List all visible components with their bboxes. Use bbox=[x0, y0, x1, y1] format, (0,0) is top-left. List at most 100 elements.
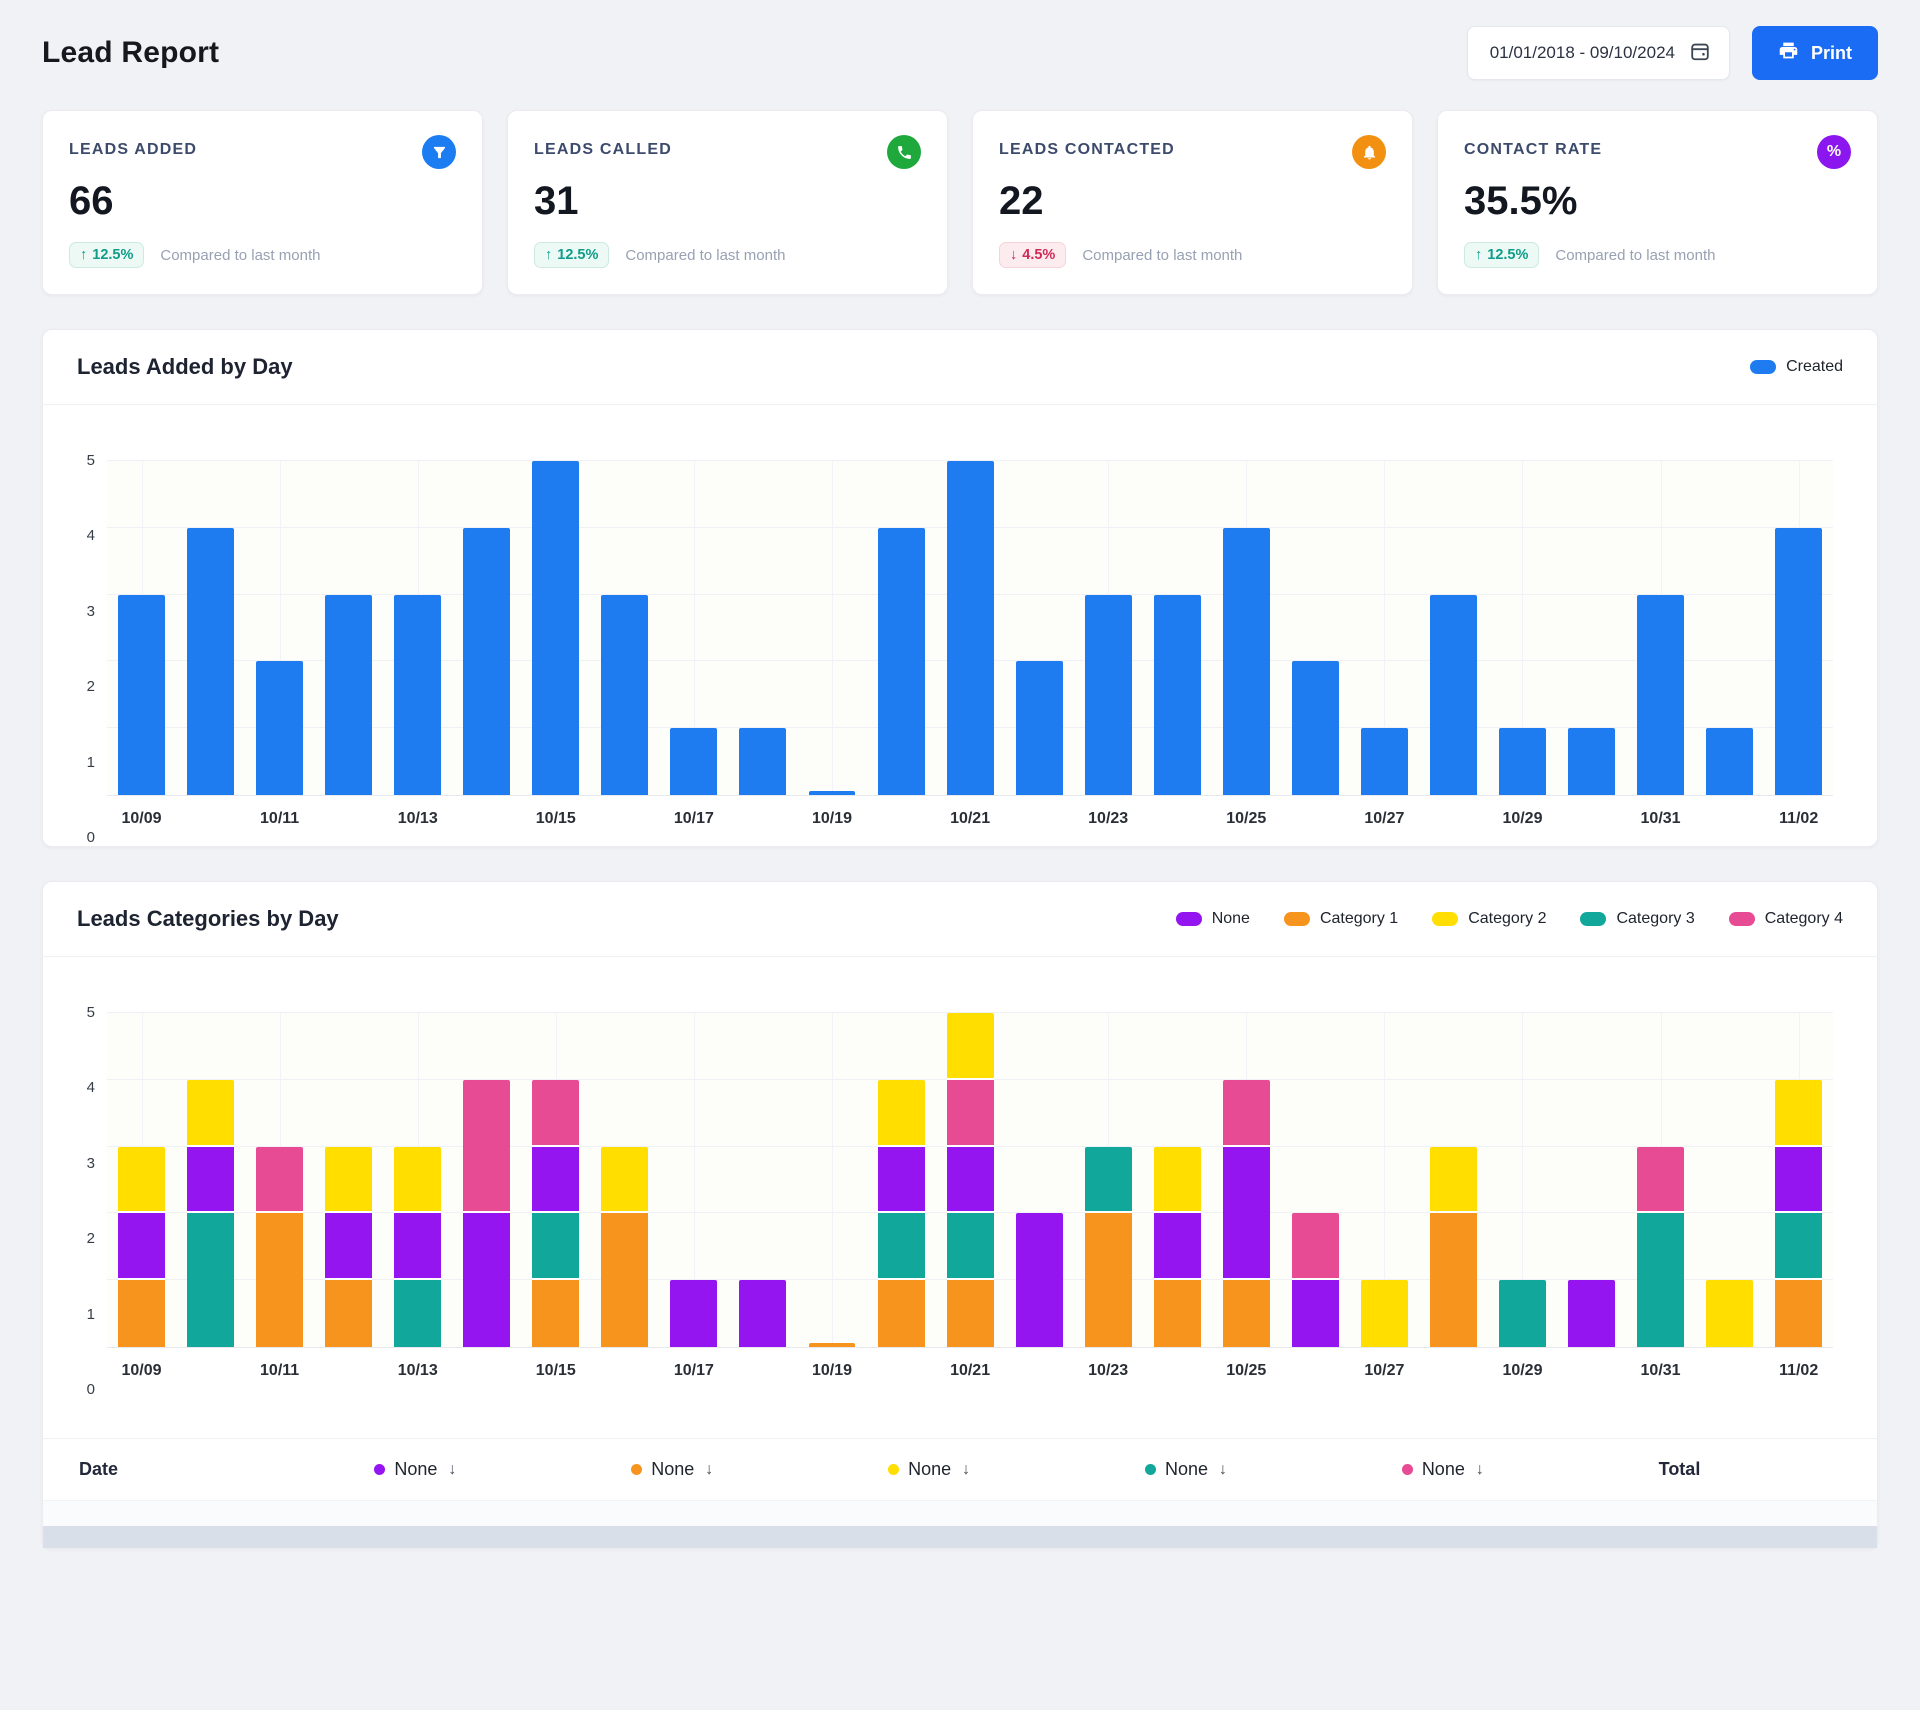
bar-segment bbox=[1637, 1147, 1684, 1214]
kpi-card-leads-contacted: LEADS CONTACTED 22 ↓ 4.5% Compared to la… bbox=[972, 110, 1413, 295]
plot-area bbox=[107, 1013, 1833, 1348]
kpi-delta-badge: ↑ 12.5% bbox=[534, 242, 609, 268]
bar-segment bbox=[532, 1213, 579, 1280]
bar bbox=[118, 595, 165, 795]
leads-categories-by-day-card: Leads Categories by Day None Category 1 … bbox=[42, 881, 1878, 1549]
bar-segment bbox=[1775, 1080, 1822, 1147]
y-tick-label: 2 bbox=[87, 1230, 95, 1247]
bar-segment bbox=[878, 1280, 925, 1347]
stacked-bar bbox=[1637, 1013, 1684, 1347]
kpi-delta-badge: ↑ 12.5% bbox=[69, 242, 144, 268]
bar-segment bbox=[1154, 1147, 1201, 1214]
legend-item-category-3[interactable]: Category 3 bbox=[1580, 910, 1694, 928]
kpi-value: 35.5% bbox=[1464, 179, 1851, 224]
column-header-none-1[interactable]: None ↓ bbox=[374, 1459, 631, 1480]
bar-segment bbox=[463, 1213, 510, 1347]
bar-segment bbox=[947, 1280, 994, 1347]
kpi-label: CONTACT RATE bbox=[1464, 135, 1602, 159]
bar-slot bbox=[1695, 461, 1764, 795]
bar-segment bbox=[256, 1213, 303, 1347]
legend-item-created[interactable]: Created bbox=[1750, 358, 1843, 376]
bar-segment bbox=[1154, 1213, 1201, 1280]
bar-segment bbox=[532, 1280, 579, 1347]
calendar-icon bbox=[1689, 40, 1711, 67]
x-tick-label: 10/29 bbox=[1488, 810, 1557, 838]
bar-slot bbox=[1281, 1013, 1350, 1347]
bar-slot bbox=[452, 1013, 521, 1347]
bar-segment bbox=[1430, 1213, 1477, 1347]
x-tick-label: 11/02 bbox=[1764, 810, 1833, 838]
kpi-card-leads-added: LEADS ADDED 66 ↑ 12.5% Compared to last … bbox=[42, 110, 483, 295]
phone-icon bbox=[887, 135, 921, 169]
bar-slot bbox=[659, 461, 728, 795]
bar-slot bbox=[936, 461, 1005, 795]
column-header-none-4[interactable]: None ↓ bbox=[1145, 1459, 1402, 1480]
stacked-bar bbox=[601, 1013, 648, 1347]
x-tick-label bbox=[867, 1362, 936, 1390]
x-tick-label: 10/17 bbox=[659, 1362, 728, 1390]
stacked-bar bbox=[1706, 1013, 1753, 1347]
column-header-none-5[interactable]: None ↓ bbox=[1402, 1459, 1659, 1480]
x-tick-label bbox=[314, 810, 383, 838]
x-tick-label: 10/27 bbox=[1350, 1362, 1419, 1390]
legend-item-category-2[interactable]: Category 2 bbox=[1432, 910, 1546, 928]
date-range-picker[interactable]: 01/01/2018 - 09/10/2024 bbox=[1467, 26, 1730, 80]
bell-icon bbox=[1352, 135, 1386, 169]
bar-segment bbox=[394, 1213, 441, 1280]
kpi-delta-badge: ↓ 4.5% bbox=[999, 242, 1066, 268]
legend-item-category-4[interactable]: Category 4 bbox=[1729, 910, 1843, 928]
bar-segment bbox=[1016, 1213, 1063, 1347]
x-tick-label: 10/23 bbox=[1074, 810, 1143, 838]
bar-segment bbox=[1775, 1213, 1822, 1280]
percent-icon: % bbox=[1817, 135, 1851, 169]
x-axis-labels: 10/0910/1110/1310/1510/1710/1910/2110/23… bbox=[107, 810, 1833, 838]
y-tick-label: 1 bbox=[87, 1306, 95, 1323]
bar-slot bbox=[1143, 461, 1212, 795]
x-tick-label: 10/15 bbox=[521, 810, 590, 838]
bar bbox=[1223, 528, 1270, 795]
kpi-delta-value: 12.5% bbox=[557, 247, 598, 263]
bar-slot bbox=[728, 461, 797, 795]
category-dot bbox=[1145, 1464, 1156, 1475]
bar-slot bbox=[936, 1013, 1005, 1347]
bar bbox=[809, 791, 856, 795]
stacked-bar bbox=[947, 1013, 994, 1347]
x-tick-label bbox=[1005, 1362, 1074, 1390]
x-tick-label bbox=[728, 1362, 797, 1390]
column-header-none-2[interactable]: None ↓ bbox=[631, 1459, 888, 1480]
legend-item-none[interactable]: None bbox=[1176, 910, 1250, 928]
stacked-bar bbox=[256, 1013, 303, 1347]
bar bbox=[325, 595, 372, 795]
chart-legend: Created bbox=[1750, 358, 1843, 376]
kpi-note: Compared to last month bbox=[1555, 247, 1715, 264]
sort-down-icon: ↓ bbox=[448, 1461, 456, 1479]
kpi-value: 22 bbox=[999, 179, 1386, 224]
topbar-actions: 01/01/2018 - 09/10/2024 Print bbox=[1467, 26, 1878, 80]
legend-chip bbox=[1580, 912, 1606, 926]
stacked-bar bbox=[739, 1013, 786, 1347]
x-tick-label: 10/11 bbox=[245, 1362, 314, 1390]
print-button[interactable]: Print bbox=[1752, 26, 1878, 80]
bar-slot bbox=[1212, 1013, 1281, 1347]
bar-segment bbox=[1499, 1280, 1546, 1347]
kpi-label: LEADS CONTACTED bbox=[999, 135, 1175, 159]
y-tick-label: 3 bbox=[87, 1155, 95, 1172]
bar-slot bbox=[1488, 1013, 1557, 1347]
bar-segment bbox=[1154, 1280, 1201, 1347]
bar-slot bbox=[521, 461, 590, 795]
legend-item-category-1[interactable]: Category 1 bbox=[1284, 910, 1398, 928]
bars bbox=[107, 1013, 1833, 1347]
y-tick-label: 2 bbox=[87, 678, 95, 695]
bar-segment bbox=[1568, 1280, 1615, 1347]
stacked-bar bbox=[809, 1013, 856, 1347]
legend-label: Category 4 bbox=[1765, 910, 1843, 928]
bar-slot bbox=[314, 461, 383, 795]
y-tick-label: 0 bbox=[87, 829, 95, 846]
bar-slot bbox=[797, 1013, 866, 1347]
y-tick-label: 4 bbox=[87, 527, 95, 544]
y-tick-label: 5 bbox=[87, 1004, 95, 1021]
kpi-value: 31 bbox=[534, 179, 921, 224]
bar-slot bbox=[1626, 461, 1695, 795]
column-header-none-3[interactable]: None ↓ bbox=[888, 1459, 1145, 1480]
x-tick-label bbox=[1143, 1362, 1212, 1390]
